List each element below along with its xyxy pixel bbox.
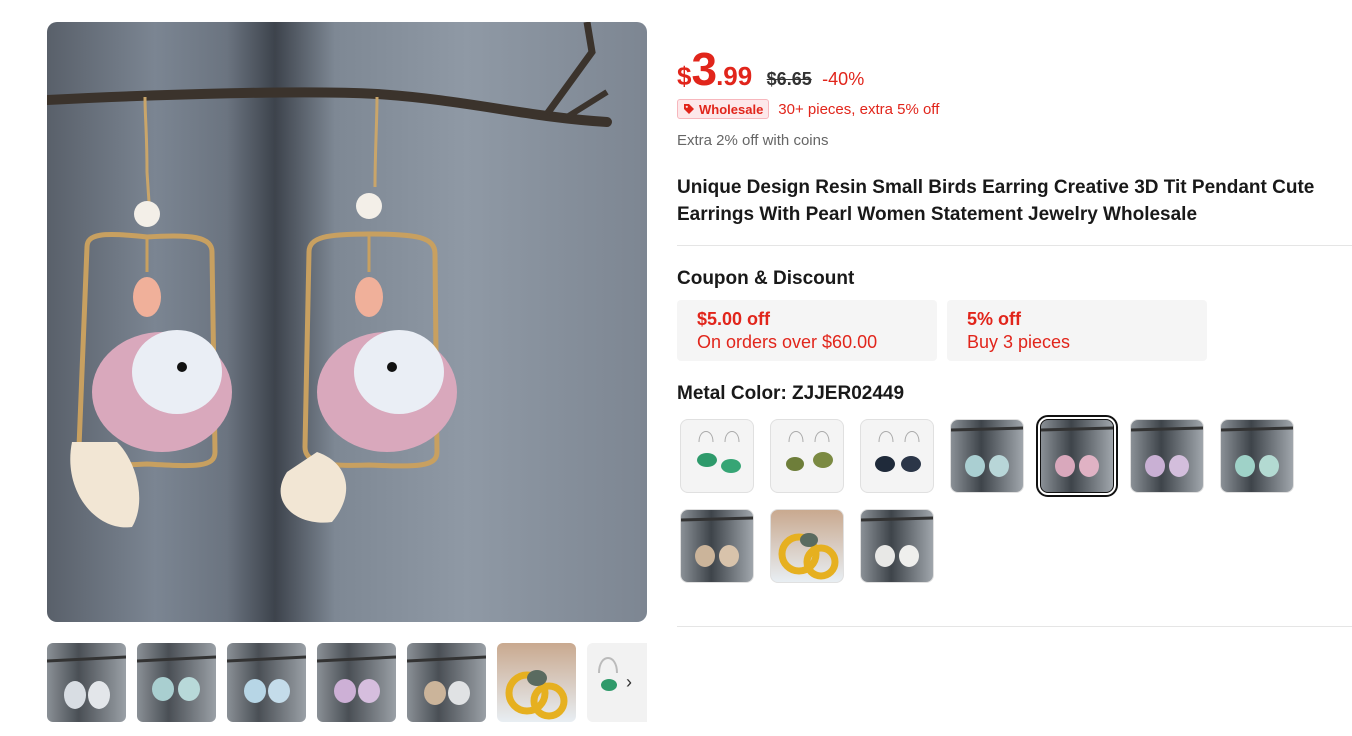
main-product-image[interactable]: [47, 22, 647, 622]
variant-swatch-6[interactable]: [1130, 419, 1204, 493]
thumbnail-3[interactable]: [227, 643, 306, 722]
coupon-card[interactable]: 5% off Buy 3 pieces: [947, 300, 1207, 361]
variant-label: Metal Color: ZJJER02449: [677, 383, 905, 404]
swatch-image: [1221, 426, 1293, 477]
currency-symbol: $: [677, 61, 692, 91]
price-decimal: .99: [716, 61, 753, 91]
discount-percent: -40%: [822, 69, 865, 89]
thumbnail-image: [505, 670, 568, 720]
thumbnail-1[interactable]: [47, 643, 126, 722]
variant-swatch-8[interactable]: [680, 509, 754, 583]
thumbnail-5[interactable]: [407, 643, 486, 722]
variant-swatch-1[interactable]: [680, 419, 754, 493]
coupon-card[interactable]: $5.00 off On orders over $60.00: [677, 300, 937, 361]
wholesale-badge: Wholesale: [677, 99, 770, 119]
coupon-amount: $5.00 off: [697, 309, 771, 329]
coupon-condition: Buy 3 pieces: [967, 332, 1071, 352]
variant-swatch-4[interactable]: [950, 419, 1024, 493]
bird-earrings-illustration: [47, 22, 612, 528]
swatch-image: [681, 516, 753, 567]
thumbnail-image: [137, 655, 216, 701]
swatch-image: [786, 431, 833, 471]
variant-swatch-10[interactable]: [860, 509, 934, 583]
thumbnail-image: [227, 655, 306, 703]
wholesale-badge-label: Wholesale: [699, 101, 764, 117]
product-title: Unique Design Resin Small Birds Earring …: [677, 177, 1315, 225]
variant-swatch-5[interactable]: [1036, 415, 1118, 497]
variant-swatch-9[interactable]: [770, 509, 844, 583]
wholesale-row: Wholesale 30+ pieces, extra 5% off: [677, 98, 939, 120]
thumbnail-image: [407, 655, 486, 705]
swatch-image: [778, 533, 839, 580]
thumbnail-image: [47, 655, 126, 709]
price-integer: 3: [691, 43, 717, 95]
coins-discount-text: Extra 2% off with coins: [677, 132, 829, 149]
swatch-image: [697, 431, 741, 473]
wholesale-offer-text: 30+ pieces, extra 5% off: [778, 100, 940, 118]
swatch-image: [875, 431, 921, 472]
swatch-image: [951, 426, 1023, 477]
price-row: $3.99 $6.65 -40%: [677, 42, 865, 95]
swatch-image: [1041, 426, 1113, 477]
variant-swatch-2[interactable]: [770, 419, 844, 493]
variant-swatch-7[interactable]: [1220, 419, 1294, 493]
thumbnail-6[interactable]: [497, 643, 576, 722]
coupon-section-heading: Coupon & Discount: [677, 268, 855, 289]
swatch-image: [861, 516, 933, 567]
tag-icon: [684, 104, 694, 114]
coupon-amount: 5% off: [967, 309, 1021, 329]
swatch-image: [1131, 426, 1203, 477]
variant-swatch-3[interactable]: [860, 419, 934, 493]
original-price: $6.65: [766, 69, 812, 89]
thumbnail-strip: ›: [47, 643, 647, 723]
thumbnail-2[interactable]: [137, 643, 216, 722]
thumbnail-image: [317, 655, 396, 703]
thumbnail-4[interactable]: [317, 643, 396, 722]
divider: [677, 626, 1352, 627]
coupon-condition: On orders over $60.00: [697, 332, 878, 352]
divider: [677, 245, 1352, 246]
chevron-right-icon[interactable]: ›: [617, 671, 641, 695]
